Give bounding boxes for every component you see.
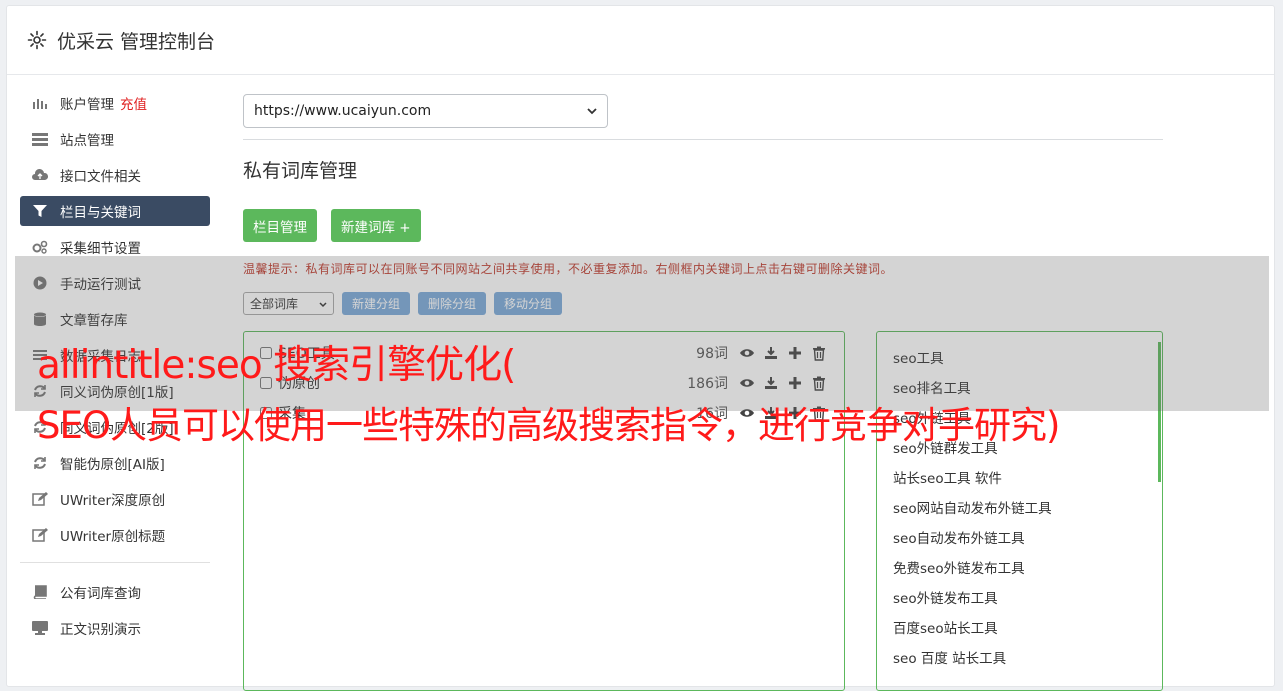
keyword-item[interactable]: 免费seo外链发布工具 [877,554,1162,584]
filter-icon [32,204,48,218]
divider [243,139,1163,140]
sidebar-item-uwriter-title[interactable]: UWriter原创标题 [20,520,210,550]
sidebar-item-account[interactable]: 账户管理 充值 [20,88,210,118]
keyword-item[interactable]: seo网站自动发布外链工具 [877,494,1162,524]
sidebar-item-public-lib[interactable]: 公有词库查询 [20,577,210,607]
overlay-headline: allintitle:seo 搜索引擎优化( [37,343,516,388]
server-icon [32,132,48,146]
sidebar-item-label: 接口文件相关 [60,169,141,185]
section-title: 私有词库管理 [243,160,358,182]
keyword-item[interactable]: seo外链发布工具 [877,584,1162,614]
keyword-item[interactable]: 百度seo站长工具 [877,614,1162,644]
sidebar-item-text-recognition[interactable]: 正文识别演示 [20,613,210,643]
sidebar-item-label: 智能伪原创[AI版] [60,457,165,473]
sidebar-item-label: 栏目与关键词 [60,205,141,221]
keyword-item[interactable]: seo自动发布外链工具 [877,524,1162,554]
sidebar-item-label: 公有词库查询 [60,586,141,602]
page-title: 优采云 管理控制台 [57,30,216,53]
bar-chart-icon [32,96,48,110]
keyword-item[interactable]: 站长seo工具 软件 [877,464,1162,494]
monitor-icon [32,621,48,635]
recharge-link[interactable]: 充值 [120,93,147,113]
overlay-subheadline: SEO人员可以使用一些特殊的高级搜索指令，进行竞争对手研究) [37,404,1060,447]
chevron-down-icon [587,103,597,119]
cloud-upload-icon [32,168,48,182]
sidebar-item-label: 账户管理 [60,97,114,113]
gears-icon [32,240,48,254]
sidebar-item-label: UWriter深度原创 [60,493,166,509]
edit-icon [32,528,48,542]
sidebar-item-ai-rewrite[interactable]: 智能伪原创[AI版] [20,448,210,478]
sidebar-item-api-files[interactable]: 接口文件相关 [20,160,210,190]
site-select-value: https://www.ucaiyun.com [254,103,432,119]
edit-icon [32,492,48,506]
sidebar-item-sites[interactable]: 站点管理 [20,124,210,154]
sidebar-item-label: 站点管理 [60,133,114,149]
sidebar-item-label: 采集细节设置 [60,241,141,257]
book-icon [32,585,48,599]
sidebar-item-columns-keywords[interactable]: 栏目与关键词 [20,196,210,226]
site-select[interactable]: https://www.ucaiyun.com [243,94,608,128]
sidebar-item-uwriter-deep[interactable]: UWriter深度原创 [20,484,210,514]
column-manage-button[interactable]: 栏目管理 [243,209,317,242]
action-buttons: 栏目管理 新建词库 + [243,209,1163,242]
gear-icon [27,30,47,50]
sidebar-item-label: UWriter原创标题 [60,529,166,545]
sidebar-item-label: 正文识别演示 [60,622,141,638]
new-library-button[interactable]: 新建词库 + [331,209,421,242]
console-header: 优采云 管理控制台 [7,6,1274,75]
refresh-icon [32,456,48,470]
sidebar-divider [20,562,210,563]
keyword-item[interactable]: seo 百度 站长工具 [877,644,1162,674]
